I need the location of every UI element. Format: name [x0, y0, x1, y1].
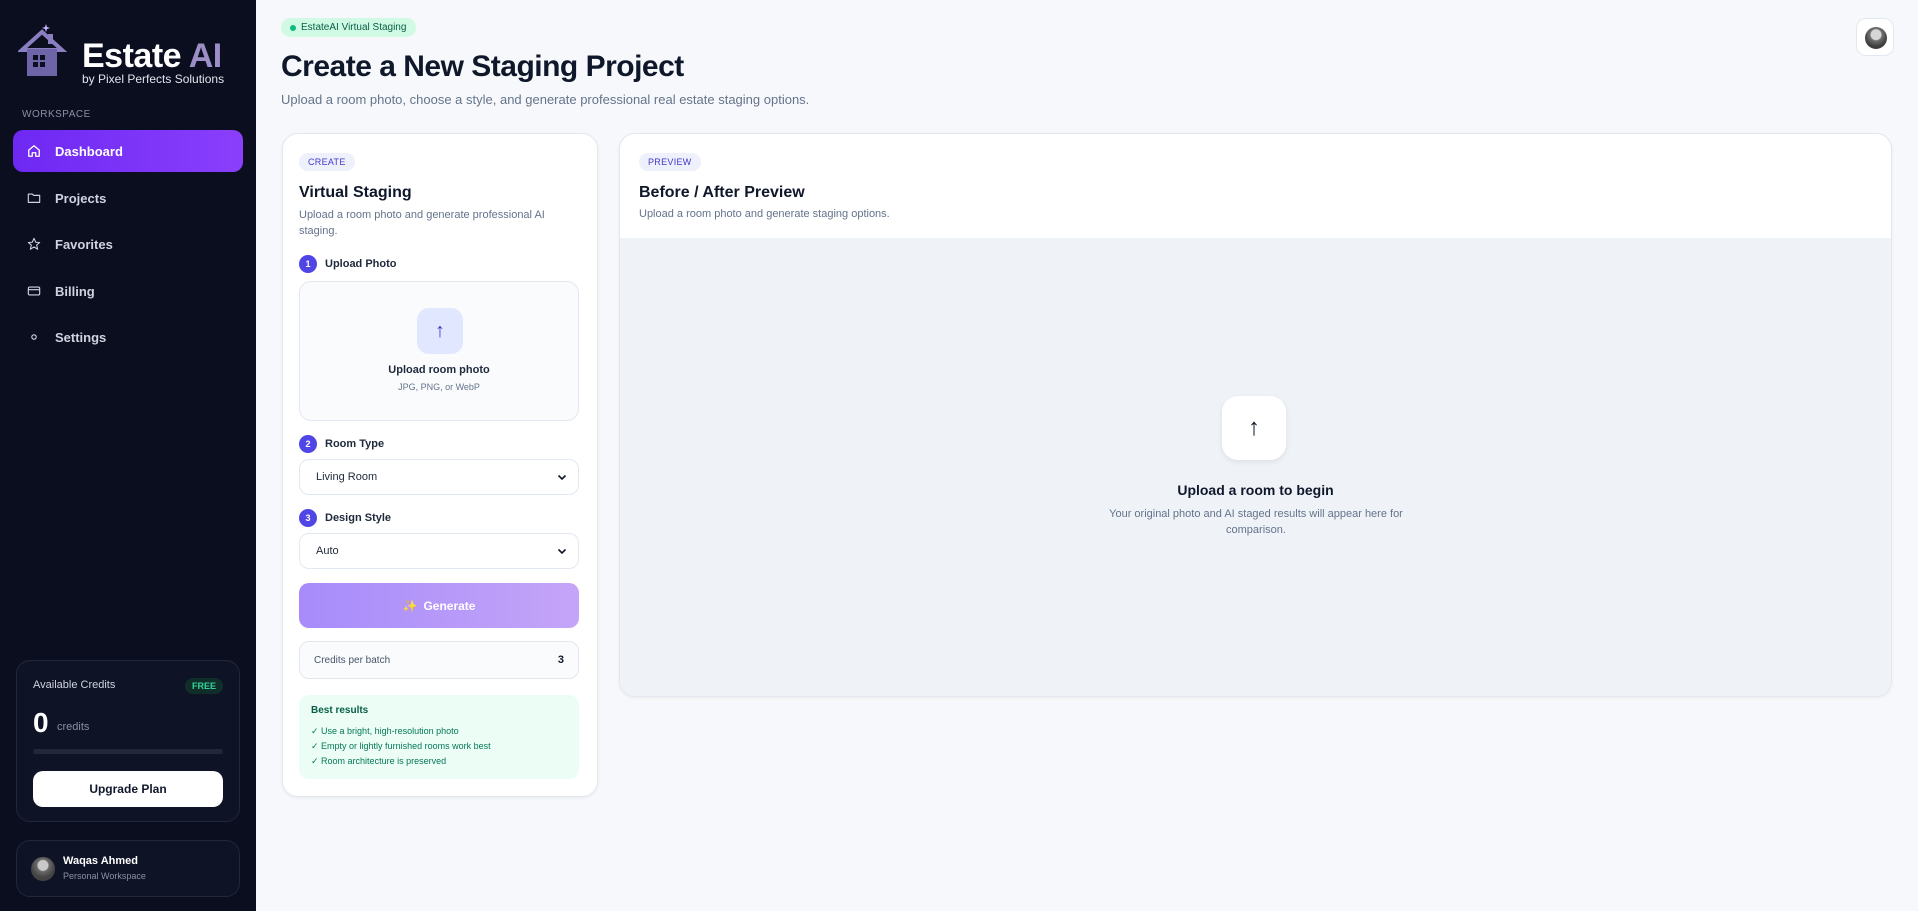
tips-box: Best results ✓ Use a bright, high-resolu… [299, 695, 579, 779]
sidebar-item-label: Settings [55, 329, 107, 345]
room-type-value: Living Room [316, 471, 378, 483]
brand-logo[interactable]: Estate AI by Pixel Perfects Solutions [18, 22, 228, 88]
step-label: Room Type [325, 438, 385, 450]
preview-pill: PREVIEW [639, 153, 701, 171]
sidebar-item-label: Projects [55, 190, 107, 206]
tip-item: ✓ Empty or lightly furnished rooms work … [311, 741, 491, 751]
upgrade-plan-button[interactable]: Upgrade Plan [33, 771, 223, 807]
preview-description: Upload a room photo and generate staging… [639, 208, 890, 220]
step-upload-photo: 1 Upload Photo [299, 255, 397, 273]
brand-name: Estate AI [82, 37, 222, 75]
card-icon [27, 284, 41, 298]
sidebar-item-dashboard[interactable]: Dashboard [13, 130, 243, 172]
plan-badge: FREE [184, 678, 223, 694]
upload-arrow-icon: ↑ [1222, 396, 1286, 460]
sidebar-item-label: Billing [55, 283, 95, 299]
step-label: Design Style [325, 512, 392, 524]
star-icon [27, 237, 41, 251]
chevron-down-icon [557, 548, 567, 555]
sidebar-item-label: Favorites [55, 236, 113, 252]
page-subtitle: Upload a room photo, choose a style, and… [281, 92, 810, 107]
brand-tagline: by Pixel Perfects Solutions [82, 72, 225, 86]
credits-per-batch-row: Credits per batch 3 [299, 641, 579, 679]
avatar [31, 857, 55, 881]
dot-icon [27, 330, 41, 344]
create-title: Virtual Staging [299, 184, 412, 201]
user-name: Waqas Ahmed [63, 855, 138, 867]
tips-title: Best results [311, 705, 369, 716]
status-dot-icon [290, 25, 296, 31]
create-pill: CREATE [299, 153, 355, 171]
sidebar-item-settings[interactable]: Settings [13, 316, 243, 358]
credits-label: Available Credits [33, 679, 116, 691]
upload-title: Upload room photo [388, 364, 490, 376]
tip-item: ✓ Use a bright, high-resolution photo [311, 726, 459, 736]
preview-title: Before / After Preview [639, 184, 805, 201]
upload-arrow-icon: ↑ [417, 308, 463, 354]
room-type-select[interactable]: Living Room [299, 459, 579, 495]
step-label: Upload Photo [325, 258, 397, 270]
create-description: Upload a room photo and generate profess… [299, 209, 545, 237]
sidebar-item-projects[interactable]: Projects [13, 177, 243, 219]
house-logo-icon [18, 24, 68, 76]
step-number: 3 [299, 509, 317, 527]
credits-unit: credits [57, 721, 90, 733]
step-room-type: 2 Room Type [299, 435, 384, 453]
step-number: 2 [299, 435, 317, 453]
generate-label: Generate [423, 598, 476, 613]
sidebar-item-favorites[interactable]: Favorites [13, 223, 243, 265]
folder-icon [27, 191, 41, 205]
user-avatar-button[interactable] [1856, 18, 1894, 56]
upload-dropzone[interactable]: ↑ Upload room photo JPG, PNG, or WebP [299, 281, 579, 421]
sidebar-item-billing[interactable]: Billing [13, 270, 243, 312]
preview-card: PREVIEW Before / After Preview Upload a … [619, 133, 1892, 697]
user-profile-card[interactable]: Waqas Ahmed Personal Workspace [16, 840, 240, 897]
sidebar: Estate AI by Pixel Perfects Solutions WO… [0, 0, 256, 911]
chevron-down-icon [557, 474, 567, 481]
credits-value: 0 [33, 707, 49, 738]
empty-state-subtitle: Your original photo and AI staged result… [1109, 508, 1403, 536]
sparkles-icon: ✨ [402, 598, 418, 613]
tip-item: ✓ Room architecture is preserved [311, 756, 447, 766]
status-badge: EstateAI Virtual Staging [281, 18, 417, 37]
credits-progress-bar [33, 749, 223, 754]
page-title: Create a New Staging Project [281, 50, 684, 83]
step-design-style: 3 Design Style [299, 509, 391, 527]
workspace-section-label: WORKSPACE [22, 109, 91, 120]
upload-formats: JPG, PNG, or WebP [398, 382, 480, 392]
generate-button[interactable]: ✨ Generate [299, 583, 579, 628]
design-style-select[interactable]: Auto [299, 533, 579, 569]
preview-area: ↑ Upload a room to begin Your original p… [620, 238, 1891, 696]
home-icon [27, 144, 41, 158]
design-style-value: Auto [316, 545, 339, 557]
credits-per-batch-value: 3 [557, 654, 564, 666]
user-workspace: Personal Workspace [63, 871, 146, 881]
sidebar-item-label: Dashboard [55, 143, 123, 159]
credits-per-batch-label: Credits per batch [314, 655, 391, 666]
step-number: 1 [299, 255, 317, 273]
create-card: CREATE Virtual Staging Upload a room pho… [282, 133, 598, 797]
empty-state-title: Upload a room to begin [1177, 482, 1334, 498]
credits-card: Available Credits FREE 0 credits Upgrade… [16, 660, 240, 822]
